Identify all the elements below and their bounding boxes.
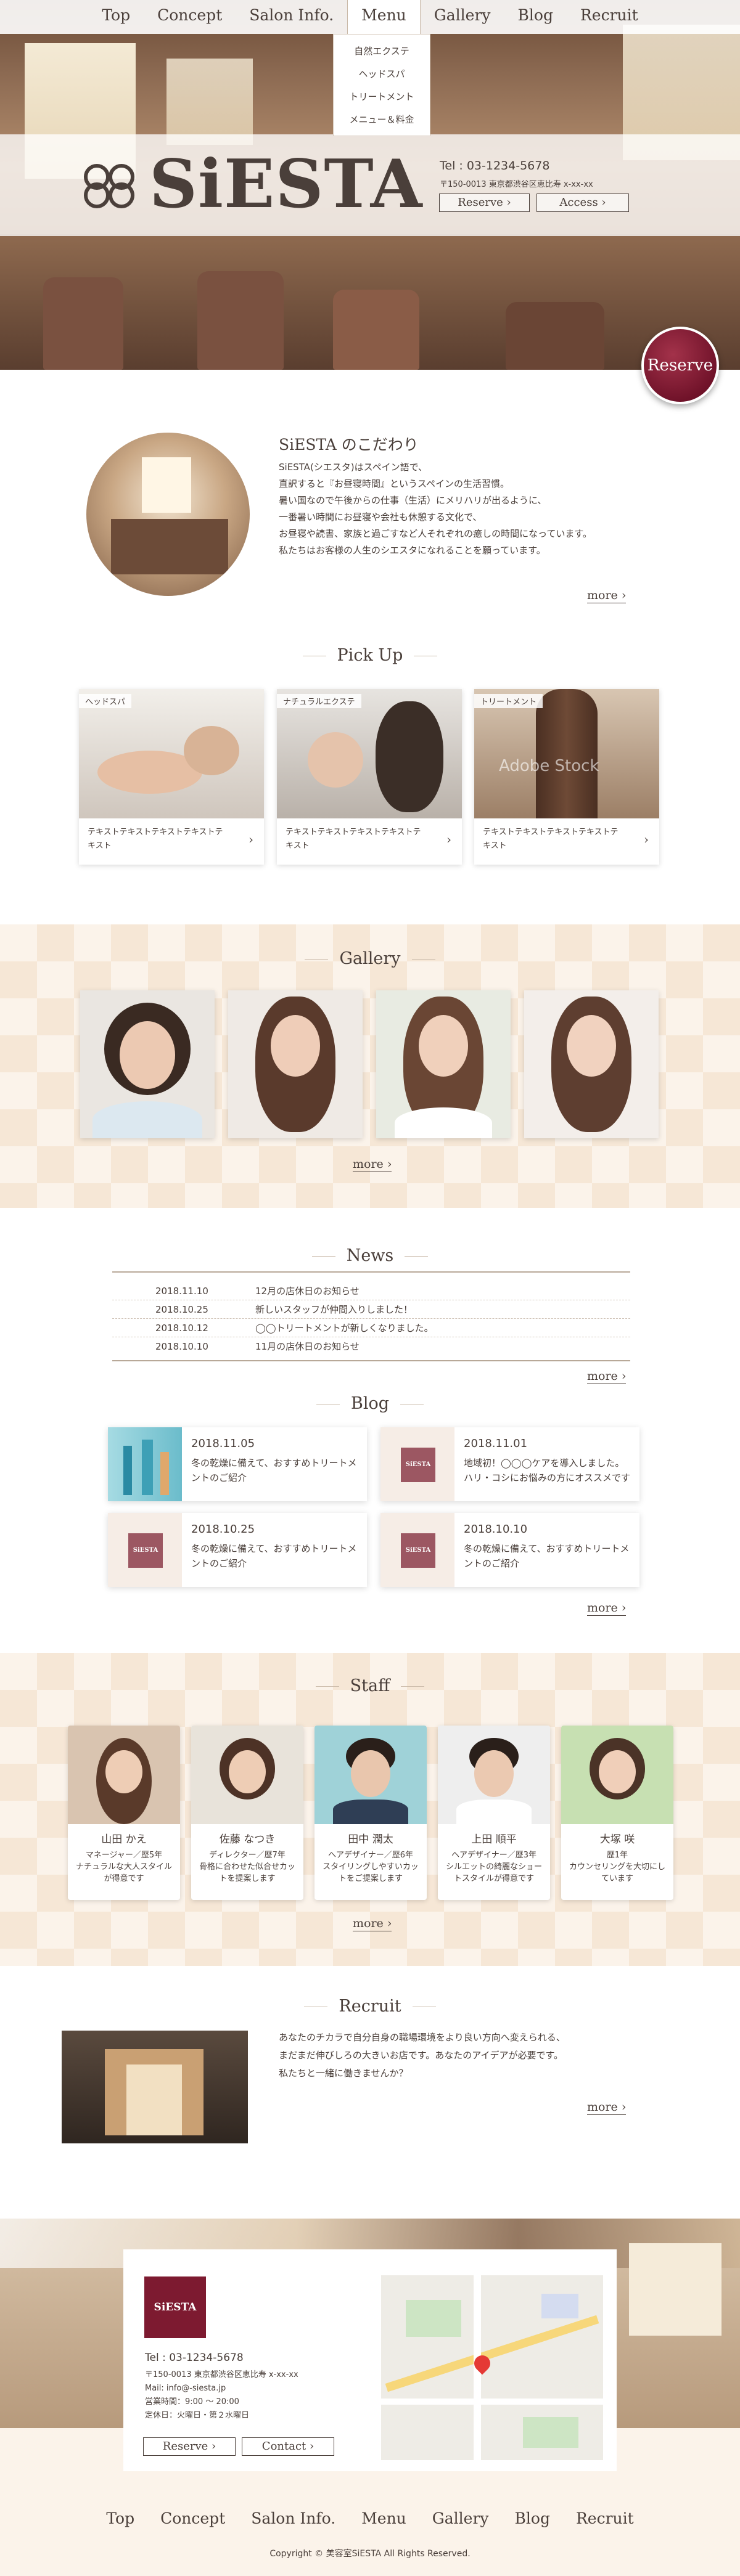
staff-more-link[interactable]: more › (353, 1917, 392, 1931)
concept-title: SiESTA のこだわり (279, 436, 419, 454)
concept-more-link[interactable]: more › (587, 589, 627, 603)
footer-logo[interactable]: SiESTA (144, 2276, 206, 2338)
footer-nav-recruit[interactable]: Recruit (563, 2509, 647, 2527)
concept-body: SiESTA(シエスタ)はスペイン語で、 直訳すると『お昼寝時間』というスペインの… (279, 462, 592, 556)
dropdown-item-treatment[interactable]: トリートメント (334, 85, 430, 108)
footer-map[interactable] (381, 2275, 603, 2460)
nav-top[interactable]: Top (88, 0, 144, 34)
pickup-text: テキストテキストテキストテキストテキスト (286, 828, 421, 850)
recruit-title: Recruit (0, 1997, 740, 2016)
nav-menu[interactable]: Menu (347, 0, 421, 34)
gallery-photo[interactable] (524, 990, 659, 1138)
gallery-photo[interactable] (376, 990, 511, 1138)
pickup-text: テキストテキストテキストテキストテキスト (483, 828, 619, 850)
footer-contact-button[interactable]: Contact › (242, 2437, 334, 2456)
blog-card[interactable]: SiESTA 2018.11.01 地域初！◯◯◯ケアを導入しました。ハリ・コシに… (380, 1427, 639, 1501)
dropdown-item-menu-price[interactable]: メニュー＆料金 (334, 108, 430, 131)
pickup-tag: トリートメント (474, 694, 543, 708)
blog-card[interactable]: SiESTA 2018.10.25 冬の乾燥に備えて、おすすめトリートメントのご紹… (108, 1513, 367, 1587)
footer-tel[interactable]: Tel : 03-1234-5678 (145, 2352, 244, 2364)
staff-card[interactable]: 山田 かえ マネージャー／歴5年 ナチュラルな大人スタイルが得意です (68, 1726, 180, 1900)
staff-title: Staff (0, 1676, 740, 1695)
news-bottom-rule (112, 1360, 630, 1361)
news-item[interactable]: 2018.10.12 ◯◯トリートメントが新しくなりました。 (112, 1319, 630, 1337)
nav-recruit[interactable]: Recruit (567, 0, 652, 34)
reserve-badge-button[interactable]: Reserve (641, 327, 719, 404)
footer-nav-blog[interactable]: Blog (502, 2509, 563, 2527)
staff-card[interactable]: 佐藤 なつき ディレクター／歴7年 骨格に合わせた似合せカットを提案します (191, 1726, 303, 1900)
gallery-title: Gallery (0, 949, 740, 968)
chevron-right-icon: › (644, 832, 649, 847)
recruit-storefront-photo (62, 2031, 248, 2143)
nav-blog[interactable]: Blog (504, 0, 567, 34)
pickup-text: テキストテキストテキストテキストテキスト (88, 828, 223, 850)
siesta-logo-icon (84, 164, 134, 208)
watermark-text: Adobe Stock (499, 757, 599, 775)
concept-salon-photo (86, 433, 250, 596)
news-title: News (0, 1246, 740, 1265)
pickup-tag: ヘッドスパ (79, 694, 132, 708)
nav-salon-info[interactable]: Salon Info. (236, 0, 347, 34)
pickup-card-treatment[interactable]: Adobe Stock トリートメント テキストテキストテキストテキストテキスト… (474, 689, 659, 865)
footer-nav-gallery[interactable]: Gallery (419, 2509, 502, 2527)
blog-card[interactable]: SiESTA 2018.10.10 冬の乾燥に備えて、おすすめトリートメントのご紹… (380, 1513, 639, 1587)
pickup-title: Pick Up (0, 646, 740, 665)
pickup-card-headspa[interactable]: ヘッドスパ テキストテキストテキストテキストテキスト › (79, 689, 264, 865)
nav-concept[interactable]: Concept (144, 0, 236, 34)
hero-reserve-button[interactable]: Reserve › (439, 194, 530, 212)
brand-logo-text[interactable]: SiESTA (149, 145, 423, 223)
gallery-more-link[interactable]: more › (353, 1157, 392, 1172)
copyright: Copyright © 美容室SiESTA All Rights Reserve… (269, 2549, 471, 2559)
news-item[interactable]: 2018.10.10 11月の店休日のお知らせ (112, 1337, 630, 1356)
chevron-right-icon: › (249, 832, 253, 847)
news-item[interactable]: 2018.10.25 新しいスタッフが仲間入りしました！ (112, 1300, 630, 1319)
hero-access-button[interactable]: Access › (536, 194, 629, 212)
gallery-photo[interactable] (80, 990, 215, 1138)
footer-reserve-button[interactable]: Reserve › (143, 2437, 236, 2456)
dropdown-item-extension[interactable]: 自然エクステ (334, 39, 430, 62)
global-nav: Top Concept Salon Info. Menu Gallery Blo… (0, 0, 740, 34)
recruit-more-link[interactable]: more › (587, 2100, 627, 2115)
footer-details: 〒150-0013 東京都渋谷区恵比寿 x-xx-xx Mail: info@-s… (145, 2370, 298, 2420)
staff-card[interactable]: 上田 順平 ヘアデザイナー／歴3年 シルエットの綺麗なショートスタイルが得意です (438, 1726, 550, 1900)
staff-card[interactable]: 田中 潤太 ヘアデザイナー／歴6年 スタイリングしやすいカットをご提案します (314, 1726, 427, 1900)
footer-nav-menu[interactable]: Menu (348, 2509, 419, 2527)
footer-nav-salon-info[interactable]: Salon Info. (238, 2509, 348, 2527)
blog-title: Blog (0, 1394, 740, 1413)
footer-nav-top[interactable]: Top (93, 2509, 147, 2527)
staff-card[interactable]: 大塚 咲歴1年 カウンセリングを大切にしています (561, 1726, 673, 1900)
hero-address: 〒150-0013 東京都渋谷区恵比寿 x-xx-xx (440, 180, 593, 189)
nav-gallery[interactable]: Gallery (421, 0, 504, 34)
pickup-card-extension[interactable]: ナチュラルエクステ テキストテキストテキストテキストテキスト › (277, 689, 462, 865)
recruit-body: あなたのチカラで自分自身の職場環境をより良い方向へ変えられる、 まだまだ伸びしろの… (279, 2032, 565, 2079)
gallery-photo[interactable] (228, 990, 363, 1138)
blog-more-link[interactable]: more › (587, 1601, 627, 1616)
pickup-tag: ナチュラルエクステ (277, 694, 361, 708)
menu-dropdown: 自然エクステ ヘッドスパ トリートメント メニュー＆料金 (333, 34, 430, 136)
footer-nav-concept[interactable]: Concept (147, 2509, 238, 2527)
dropdown-item-headspa[interactable]: ヘッドスパ (334, 62, 430, 85)
hero-tel[interactable]: Tel : 03-1234-5678 (440, 159, 549, 173)
news-top-rule (112, 1271, 630, 1273)
blog-card[interactable]: 2018.11.05 冬の乾燥に備えて、おすすめトリートメントのご紹介 (108, 1427, 367, 1501)
news-more-link[interactable]: more › (587, 1369, 627, 1384)
footer-nav: Top Concept Salon Info. Menu Gallery Blo… (0, 2509, 740, 2527)
news-item[interactable]: 2018.11.10 12月の店休日のお知らせ (112, 1282, 630, 1300)
chevron-right-icon: › (446, 832, 451, 847)
